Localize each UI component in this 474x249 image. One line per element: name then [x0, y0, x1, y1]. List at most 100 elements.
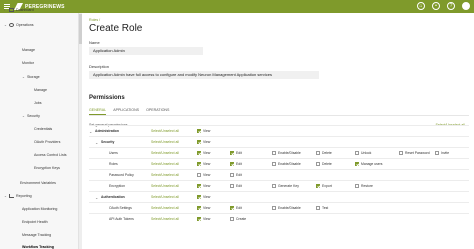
- unchecked-checkbox-icon[interactable]: [272, 206, 276, 210]
- checked-checkbox-icon[interactable]: [197, 129, 201, 133]
- permission-view-checkbox[interactable]: View: [197, 129, 210, 133]
- checked-checkbox-icon[interactable]: [197, 151, 201, 155]
- permission-enable-disable-checkbox[interactable]: Enable/Disable: [272, 206, 301, 210]
- row-select-all-link[interactable]: Select/Unselect all: [151, 151, 179, 155]
- sidebar-item-workflow-tracking[interactable]: Workflow Tracking: [22, 245, 54, 249]
- checked-checkbox-icon[interactable]: [197, 217, 201, 221]
- avatar-icon[interactable]: [462, 2, 470, 10]
- description-field[interactable]: Application Admin have full access to co…: [89, 71, 319, 79]
- tab-applications[interactable]: APPLICATIONS: [113, 108, 139, 115]
- breadcrumb[interactable]: Roles /: [89, 18, 100, 22]
- chevron-down-icon[interactable]: ⌄: [95, 195, 98, 200]
- chevron-down-icon[interactable]: ⌄: [89, 129, 92, 134]
- sidebar-item-oauth-providers[interactable]: OAuth Providers: [34, 140, 60, 144]
- permission-delete-checkbox[interactable]: Delete: [316, 162, 332, 166]
- unchecked-checkbox-icon[interactable]: [230, 173, 234, 177]
- row-select-all-link[interactable]: Select/Unselect all: [151, 140, 179, 144]
- permission-edit-checkbox[interactable]: Edit: [230, 184, 242, 188]
- permission-edit-checkbox[interactable]: Edit: [230, 206, 242, 210]
- sidebar-item-endpoint-health[interactable]: Endpoint Health: [22, 220, 48, 224]
- sidebar-item-credentials[interactable]: Credentials: [34, 127, 52, 131]
- sidebar-item-security[interactable]: ⌄ Security: [22, 114, 40, 118]
- permission-export-checkbox[interactable]: Export: [316, 184, 332, 188]
- permission-edit-checkbox[interactable]: Edit: [230, 173, 242, 177]
- checked-checkbox-icon[interactable]: [197, 184, 201, 188]
- row-select-all-link[interactable]: Select/Unselect all: [151, 129, 179, 133]
- checked-checkbox-icon[interactable]: [197, 195, 201, 199]
- permission-unlock-checkbox[interactable]: Unlock: [355, 151, 371, 155]
- unchecked-checkbox-icon[interactable]: [272, 184, 276, 188]
- checked-checkbox-icon[interactable]: [230, 151, 234, 155]
- permission-view-checkbox[interactable]: View: [197, 217, 210, 221]
- row-select-all-link[interactable]: Select/Unselect all: [151, 173, 179, 177]
- checkbox-label: Restore: [361, 184, 373, 188]
- unchecked-checkbox-icon[interactable]: [435, 151, 439, 155]
- unchecked-checkbox-icon[interactable]: [197, 173, 201, 177]
- permission-view-checkbox[interactable]: View: [197, 140, 210, 144]
- sidebar-item-reporting[interactable]: ⌄ Reporting: [4, 194, 32, 199]
- permission-generate-key-checkbox[interactable]: Generate Key: [272, 184, 299, 188]
- sidebar-scroll-thumb[interactable]: [79, 14, 82, 44]
- unchecked-checkbox-icon[interactable]: [272, 162, 276, 166]
- unchecked-checkbox-icon[interactable]: [316, 151, 320, 155]
- unchecked-checkbox-icon[interactable]: [316, 162, 320, 166]
- checked-checkbox-icon[interactable]: [230, 206, 234, 210]
- row-select-all-link[interactable]: Select/Unselect all: [151, 217, 179, 221]
- sidebar-item-manage[interactable]: Manage: [34, 88, 47, 92]
- unchecked-checkbox-icon[interactable]: [399, 151, 403, 155]
- row-select-all-link[interactable]: Select/Unselect all: [151, 162, 179, 166]
- checked-checkbox-icon[interactable]: [197, 162, 201, 166]
- home-icon[interactable]: ⌂: [417, 2, 425, 10]
- permission-reset-password-checkbox[interactable]: Reset Password: [399, 151, 430, 155]
- permission-enable-disable-checkbox[interactable]: Enable/Disable: [272, 162, 301, 166]
- name-field[interactable]: Application Admin: [89, 47, 203, 55]
- sidebar-item-manage[interactable]: Manage: [22, 48, 35, 52]
- permission-delete-checkbox[interactable]: Delete: [316, 151, 332, 155]
- tab-operations[interactable]: OPERATIONS: [146, 108, 169, 115]
- checked-checkbox-icon[interactable]: [197, 206, 201, 210]
- permission-edit-checkbox[interactable]: Edit: [230, 162, 242, 166]
- permission-invite-checkbox[interactable]: Invite: [435, 151, 449, 155]
- unchecked-checkbox-icon[interactable]: [316, 206, 320, 210]
- checked-checkbox-icon[interactable]: [316, 184, 320, 188]
- permission-view-checkbox[interactable]: View: [197, 184, 210, 188]
- permission-edit-checkbox[interactable]: Edit: [230, 151, 242, 155]
- checked-checkbox-icon[interactable]: [355, 162, 359, 166]
- row-select-all-link[interactable]: Select/Unselect all: [151, 206, 179, 210]
- help-icon[interactable]: ?: [447, 2, 455, 10]
- chevron-down-icon[interactable]: ⌄: [95, 140, 98, 145]
- unchecked-checkbox-icon[interactable]: [355, 184, 359, 188]
- row-select-all-link[interactable]: Select/Unselect all: [151, 195, 179, 199]
- sidebar-item-application-monitoring[interactable]: Application Monitoring: [22, 207, 57, 211]
- sidebar-item-encryption-keys[interactable]: Encryption Keys: [34, 166, 60, 170]
- unchecked-checkbox-icon[interactable]: [230, 184, 234, 188]
- permission-view-checkbox[interactable]: View: [197, 206, 210, 210]
- sidebar-item-jobs[interactable]: Jobs: [34, 101, 42, 105]
- permission-view-checkbox[interactable]: View: [197, 195, 210, 199]
- permission-test-checkbox[interactable]: Test: [316, 206, 328, 210]
- sidebar-scrollbar[interactable]: [79, 13, 82, 249]
- sidebar-item-storage[interactable]: ⌄ Storage: [22, 75, 40, 79]
- checked-checkbox-icon[interactable]: [197, 140, 201, 144]
- unchecked-checkbox-icon[interactable]: [230, 217, 234, 221]
- notifications-icon[interactable]: •: [432, 2, 440, 10]
- checked-checkbox-icon[interactable]: [230, 162, 234, 166]
- permission-view-checkbox[interactable]: View: [197, 162, 210, 166]
- sidebar-item-dashboard[interactable]: › Dashboard: [4, 8, 34, 13]
- sidebar-item-operations[interactable]: ⌄ Operations: [4, 23, 34, 28]
- sidebar-item-access-control-lists[interactable]: Access Control Lists: [34, 153, 67, 157]
- unchecked-checkbox-icon[interactable]: [355, 151, 359, 155]
- permission-create-checkbox[interactable]: Create: [230, 217, 246, 221]
- row-select-all-link[interactable]: Select/Unselect all: [151, 184, 179, 188]
- permission-view-checkbox[interactable]: View: [197, 151, 210, 155]
- tab-general[interactable]: GENERAL: [89, 108, 107, 115]
- permission-restore-checkbox[interactable]: Restore: [355, 184, 373, 188]
- permission-enable-disable-checkbox[interactable]: Enable/Disable: [272, 151, 301, 155]
- permission-manage-users-checkbox[interactable]: Manage users: [355, 162, 383, 166]
- permission-view-checkbox[interactable]: View: [197, 173, 210, 177]
- checkbox-label: View: [203, 162, 211, 166]
- sidebar-item-message-tracking[interactable]: Message Tracking: [22, 233, 51, 237]
- unchecked-checkbox-icon[interactable]: [272, 151, 276, 155]
- sidebar-item-monitor[interactable]: Monitor: [22, 61, 34, 65]
- sidebar-item-environment-variables[interactable]: Environment Variables: [20, 181, 56, 185]
